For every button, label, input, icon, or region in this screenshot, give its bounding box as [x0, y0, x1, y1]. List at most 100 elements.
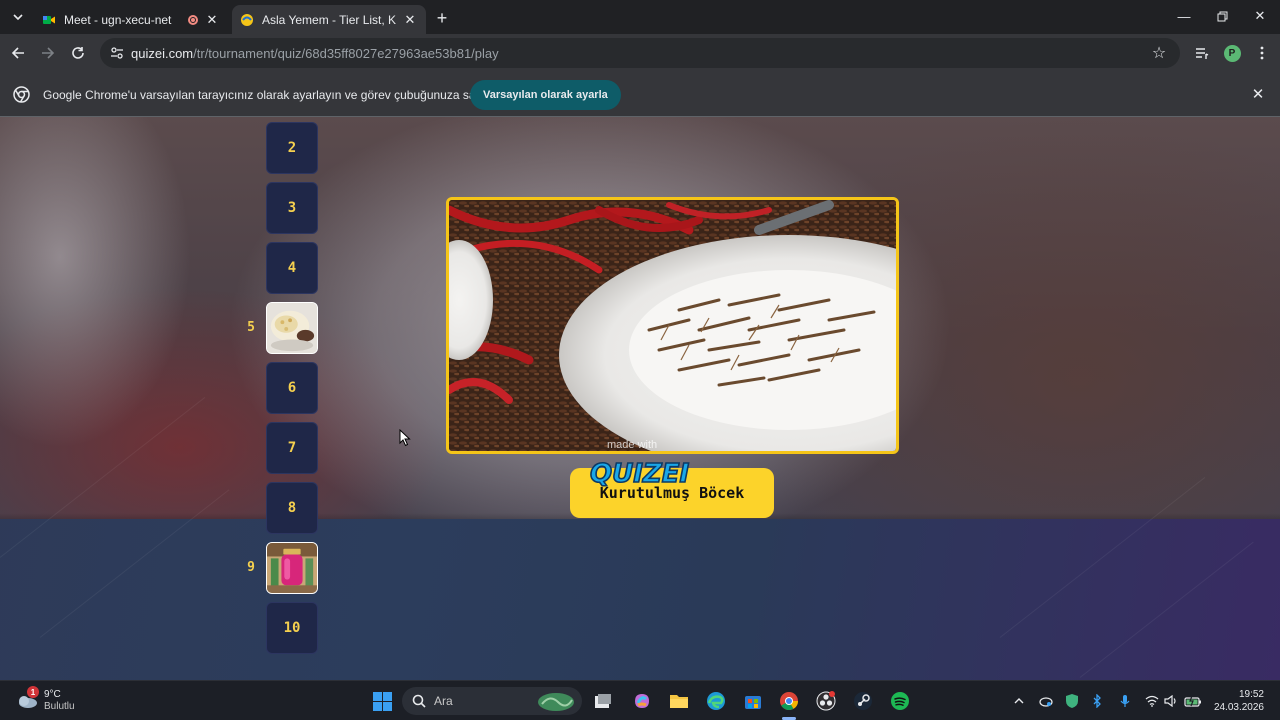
- rank-number: 8: [287, 500, 297, 516]
- rank-number: 5: [247, 320, 255, 335]
- spotify-button[interactable]: [888, 689, 912, 713]
- tab-meet[interactable]: Meet - ugn-xecu-net ✕: [34, 5, 228, 34]
- tab-quizei[interactable]: Asla Yemem - Tier List, Kör Sıral ✕: [232, 5, 426, 34]
- system-clock[interactable]: 19:52 24.03.2026: [1214, 688, 1264, 714]
- reload-icon: [72, 47, 84, 59]
- search-placeholder: Ara: [434, 694, 453, 708]
- clock-date: 24.03.2026: [1213, 702, 1264, 713]
- search-highlight-icon: [538, 693, 574, 711]
- recording-icon: [188, 14, 198, 25]
- rank-slot-7[interactable]: 7: [266, 422, 318, 474]
- browser-toolbar: quizei.com/tr/tournament/quiz/68d35ff802…: [0, 34, 1280, 72]
- rank-number: 2: [287, 140, 297, 156]
- steam-button[interactable]: [851, 689, 875, 713]
- rank-list: 2 3 4 5 6 7 8 9 10: [240, 117, 320, 680]
- tab-search-button[interactable]: [8, 7, 28, 27]
- start-button[interactable]: [370, 689, 394, 713]
- close-infobar-icon[interactable]: ✕: [1250, 86, 1266, 103]
- obs-icon: [816, 691, 836, 711]
- back-button[interactable]: [7, 42, 29, 64]
- battery-tray-icon[interactable]: [1184, 692, 1202, 710]
- taskbar-search[interactable]: Ara: [402, 687, 582, 715]
- tab-title: Asla Yemem - Tier List, Kör Sıral: [262, 12, 396, 27]
- rank-number: 4: [287, 260, 297, 276]
- rank-number: 3: [287, 200, 297, 216]
- weather-widget[interactable]: 9°C Bulutlu: [16, 687, 75, 715]
- profile-button[interactable]: P: [1222, 43, 1242, 63]
- weather-condition: Bulutlu: [44, 701, 75, 712]
- show-hidden-icons-button[interactable]: [1010, 692, 1028, 710]
- bluetooth-icon: [1093, 694, 1101, 708]
- task-view-button[interactable]: [591, 689, 615, 713]
- dried-insects-photo: made with: [449, 200, 896, 451]
- forward-button[interactable]: [37, 42, 59, 64]
- microphone-tray-icon[interactable]: [1116, 692, 1134, 710]
- battery-charging-icon: [1184, 695, 1201, 707]
- default-browser-infobar: Google Chrome'u varsayılan tarayıcınız o…: [0, 72, 1280, 117]
- edge-button[interactable]: [704, 689, 728, 713]
- wifi-tray-icon[interactable]: [1143, 692, 1161, 710]
- shield-icon: [1066, 694, 1078, 708]
- security-tray-icon[interactable]: [1063, 692, 1081, 710]
- rice-dish-thumbnail: [267, 303, 317, 353]
- rank-number: 10: [283, 620, 301, 636]
- store-icon: [745, 696, 761, 709]
- rank-slot-6[interactable]: 6: [266, 362, 318, 414]
- arrow-right-icon: [42, 47, 55, 59]
- address-bar[interactable]: quizei.com/tr/tournament/quiz/68d35ff802…: [100, 38, 1180, 68]
- chevron-up-icon: [1014, 698, 1024, 704]
- windows-taskbar: 9°C Bulutlu 1 Ara 19:52 24.03.2026: [0, 680, 1280, 720]
- decor-stripe: [1079, 541, 1254, 678]
- rank-slot-5[interactable]: [266, 302, 318, 354]
- bluetooth-tray-icon[interactable]: [1088, 692, 1106, 710]
- cloud-sync-icon: [1039, 697, 1053, 707]
- menu-button[interactable]: [1252, 43, 1272, 63]
- wifi-icon: [1145, 695, 1159, 707]
- store-button[interactable]: [741, 689, 765, 713]
- close-tab-icon[interactable]: ✕: [204, 12, 220, 28]
- rank-slot-4[interactable]: 4: [266, 242, 318, 294]
- rank-slot-10[interactable]: 10: [266, 602, 318, 654]
- chrome-taskbar-button[interactable]: [777, 689, 801, 713]
- logo-text: QUIZEI: [590, 459, 690, 488]
- tab-strip: Meet - ugn-xecu-net ✕ Asla Yemem - Tier …: [0, 0, 1280, 34]
- mouse-cursor-icon: [399, 429, 411, 447]
- bookmark-star-icon[interactable]: ☆: [1150, 44, 1168, 62]
- folder-icon: [670, 695, 688, 708]
- windows-icon: [372, 691, 392, 711]
- rank-number: 7: [287, 440, 297, 456]
- minimize-button[interactable]: —: [1168, 6, 1200, 26]
- rank-slot-2[interactable]: 2: [266, 122, 318, 174]
- quizei-favicon-icon: [241, 13, 253, 26]
- new-tab-button[interactable]: +: [432, 8, 452, 28]
- set-default-button[interactable]: Varsayılan olarak ayarla: [470, 80, 621, 110]
- volume-tray-icon[interactable]: [1162, 692, 1180, 710]
- weather-temp: 9°C: [44, 689, 61, 700]
- close-window-button[interactable]: ✕: [1244, 6, 1276, 26]
- restore-button[interactable]: [1206, 6, 1238, 26]
- close-tab-icon[interactable]: ✕: [402, 12, 418, 28]
- edge-icon: [707, 692, 725, 710]
- obs-button[interactable]: [814, 689, 838, 713]
- rank-slot-3[interactable]: 3: [266, 182, 318, 234]
- copilot-button[interactable]: [630, 689, 654, 713]
- image-watermark: made with: [607, 439, 657, 451]
- microphone-icon: [1120, 695, 1130, 707]
- onedrive-tray-icon[interactable]: [1036, 692, 1054, 710]
- reload-button[interactable]: [67, 42, 89, 64]
- weather-alert-badge: 1: [27, 686, 39, 698]
- chrome-icon: [780, 692, 798, 711]
- media-controls-button[interactable]: [1192, 43, 1212, 63]
- weather-text: 9°C Bulutlu: [44, 689, 75, 713]
- site-settings-icon[interactable]: [110, 46, 124, 60]
- rank-slot-9[interactable]: [266, 542, 318, 594]
- rank-slot-8[interactable]: 8: [266, 482, 318, 534]
- current-item-image: made with: [446, 197, 899, 454]
- chrome-icon: [13, 86, 30, 103]
- file-explorer-button[interactable]: [667, 689, 691, 713]
- task-view-icon: [595, 694, 611, 708]
- quizei-logo: QUIZEI: [589, 458, 690, 488]
- quiz-page: 2 3 4 5 6 7 8 9 10 made with Kurutulmuş …: [0, 117, 1280, 680]
- url-text: quizei.com/tr/tournament/quiz/68d35ff802…: [131, 46, 499, 61]
- more-vertical-icon: [1260, 46, 1264, 60]
